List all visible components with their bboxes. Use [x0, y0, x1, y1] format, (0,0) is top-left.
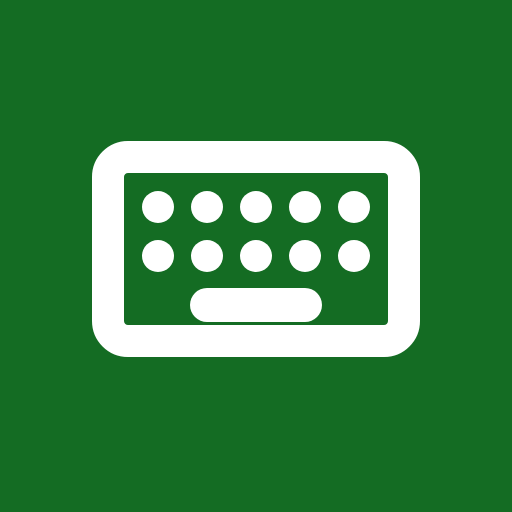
key	[338, 240, 370, 272]
keyboard-icon	[92, 141, 420, 357]
key	[191, 240, 223, 272]
key	[142, 191, 174, 223]
key	[289, 191, 321, 223]
spacebar-key	[190, 288, 322, 322]
key	[289, 240, 321, 272]
key-row-2	[142, 240, 370, 272]
key	[240, 240, 272, 272]
key	[338, 191, 370, 223]
app-icon-tile	[0, 0, 512, 512]
key	[191, 191, 223, 223]
key	[142, 240, 174, 272]
key-row-1	[142, 191, 370, 223]
key	[240, 191, 272, 223]
